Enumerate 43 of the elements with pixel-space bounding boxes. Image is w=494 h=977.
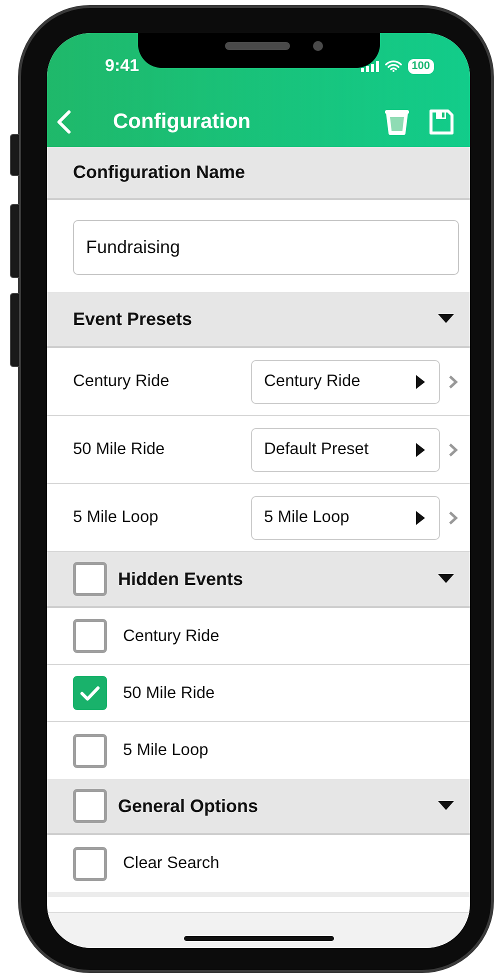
- trash-icon[interactable]: [384, 108, 410, 136]
- chevron-right-icon[interactable]: [448, 442, 458, 456]
- status-time: 9:41: [105, 55, 140, 76]
- signal-icon: [360, 60, 379, 72]
- section-header[interactable]: Hidden Events: [47, 552, 470, 608]
- play-arrow-icon: [416, 374, 425, 388]
- play-arrow-icon: [416, 442, 425, 456]
- option-label: 5 Mile Loop: [123, 741, 208, 760]
- name-field[interactable]: Fundraising: [73, 220, 459, 275]
- preset-selector[interactable]: Century Ride: [251, 360, 440, 404]
- back-icon[interactable]: [55, 109, 73, 135]
- screen-title: Configuration: [113, 110, 252, 134]
- preset-selector[interactable]: Default Preset: [251, 428, 440, 472]
- section-header[interactable]: General Options: [47, 779, 470, 835]
- section-title: Hidden Events: [118, 568, 244, 590]
- speaker-grille: [225, 42, 290, 50]
- camera-dot: [313, 41, 323, 51]
- event-name: 5 Mile Loop: [73, 508, 160, 527]
- caret-down-icon[interactable]: [438, 801, 454, 811]
- chevron-right-icon[interactable]: [448, 374, 458, 388]
- play-arrow-icon: [416, 510, 425, 524]
- caret-down-icon[interactable]: [438, 574, 454, 584]
- checkbox[interactable]: [73, 619, 107, 653]
- section-title: Event Presets: [73, 308, 194, 330]
- checkbox[interactable]: [73, 789, 107, 823]
- save-icon[interactable]: [428, 108, 454, 136]
- checkbox[interactable]: [73, 562, 107, 596]
- event-name: 50 Mile Ride: [73, 440, 166, 459]
- caret-down-icon[interactable]: [438, 314, 454, 324]
- section-header[interactable]: Event Presets: [47, 292, 470, 348]
- preset-selector[interactable]: 5 Mile Loop: [251, 496, 440, 540]
- checkbox[interactable]: [73, 734, 107, 768]
- checkbox[interactable]: [73, 676, 107, 710]
- event-name: Century Ride: [73, 372, 170, 391]
- section-title: Configuration Name: [73, 162, 246, 183]
- option-label: Century Ride: [123, 626, 220, 646]
- option-label: 50 Mile Ride: [123, 684, 215, 702]
- chevron-right-icon[interactable]: [448, 510, 458, 524]
- wifi-icon: [384, 60, 402, 72]
- battery-level: 100: [408, 58, 434, 74]
- checkbox[interactable]: [73, 846, 107, 880]
- section-title: General Options: [118, 796, 260, 816]
- option-label: Clear Search: [123, 854, 220, 873]
